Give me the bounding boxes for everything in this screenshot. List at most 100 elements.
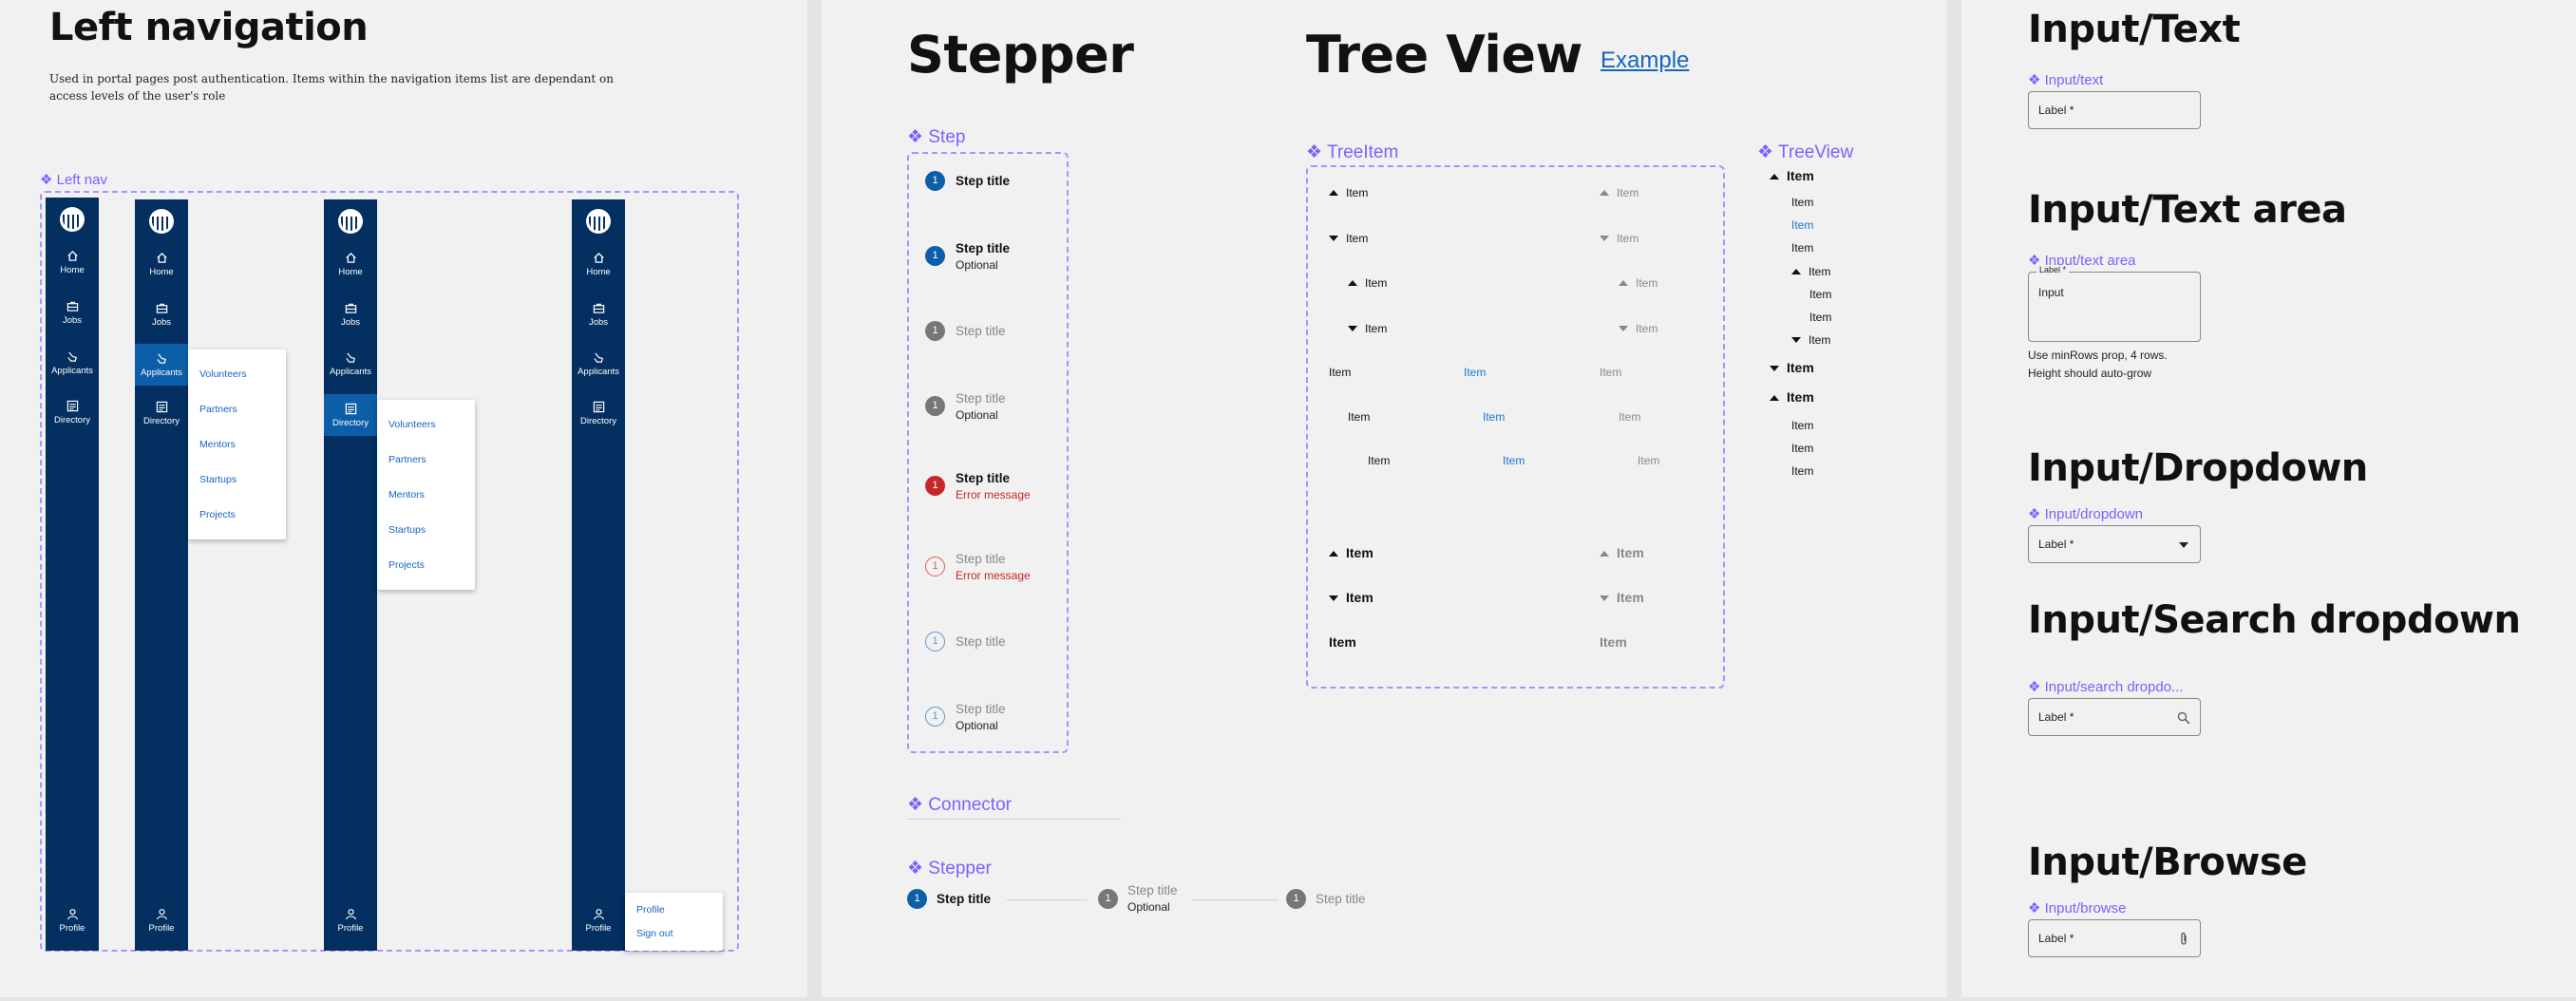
left-nav-directory-open: Home Jobs Applicants Directory Profile <box>324 199 377 951</box>
step-number: 1 <box>925 632 945 652</box>
step-number: 1 <box>925 321 945 341</box>
tree-leaf-disabled: Item <box>1600 366 1622 379</box>
nav-item-jobs[interactable]: Jobs <box>46 300 99 326</box>
flyout-item-partners[interactable]: Partners <box>388 454 426 465</box>
nav-item-jobs[interactable]: Jobs <box>324 302 377 328</box>
tree-root-leaf[interactable]: Item <box>1329 634 1356 650</box>
nav-item-jobs[interactable]: Jobs <box>135 302 188 328</box>
text-input[interactable]: Label * <box>2028 91 2201 129</box>
tree-leaf-level2-selected[interactable]: Item <box>1483 410 1505 424</box>
expand-icon <box>1348 280 1357 286</box>
tree-item-expanded[interactable]: Item <box>1329 232 1368 245</box>
textarea-note-1: Use minRows prop, 4 rows. <box>2028 349 2168 362</box>
flyout-item-mentors[interactable]: Mentors <box>199 439 236 450</box>
tree-item-collapsed[interactable]: Item <box>1329 186 1368 199</box>
tree-leaf-level3[interactable]: Item <box>1368 454 1390 467</box>
nav-item-profile[interactable]: Profile <box>572 908 625 934</box>
flyout-item-startups[interactable]: Startups <box>199 474 237 485</box>
briefcase-icon <box>345 303 356 313</box>
treeview-component-label: ❖ TreeView <box>1757 142 1854 162</box>
textarea-note-2: Height should auto-grow <box>2028 367 2152 380</box>
collapse-icon <box>1600 236 1609 241</box>
step-number-error: 1 <box>925 476 945 496</box>
nav-item-applicants[interactable]: Applicants <box>324 351 377 377</box>
treeview-root-3[interactable]: Item <box>1770 389 1814 405</box>
profile-icon <box>593 909 604 920</box>
paperclip-icon[interactable] <box>2179 932 2188 947</box>
tree-leaf[interactable]: Item <box>1329 366 1351 379</box>
step-title: Step title <box>956 634 1006 649</box>
tree-item-level2-expanded-disabled: Item <box>1619 322 1657 335</box>
treeitem-component-label: ❖ TreeItem <box>1306 142 1399 162</box>
logo <box>149 209 174 234</box>
treeview-root-2[interactable]: Item <box>1770 360 1814 375</box>
step-number: 1 <box>925 707 945 727</box>
dropdown-input[interactable]: Label * <box>2028 525 2201 563</box>
nav-item-home[interactable]: Home <box>324 252 377 277</box>
tree-leaf-level2[interactable]: Item <box>1348 410 1370 424</box>
flyout-item-volunteers[interactable]: Volunteers <box>199 368 247 380</box>
example-link[interactable]: Example <box>1601 47 1689 74</box>
flyout-item-projects[interactable]: Projects <box>199 509 236 520</box>
flyout-item-startups[interactable]: Startups <box>388 524 426 536</box>
flyout-item-mentors[interactable]: Mentors <box>388 489 425 500</box>
flyout-item-projects[interactable]: Projects <box>388 559 425 571</box>
step-error-message: Error message <box>956 488 1031 501</box>
left-nav-applicants-open: Home Jobs Applicants Directory Profile <box>135 199 188 951</box>
treeview-leaf[interactable]: Item <box>1809 311 1831 324</box>
expand-icon <box>1791 269 1801 274</box>
inputs-panel: Input/Text ❖ Input/text Label * Input/Te… <box>1961 0 2576 997</box>
nav-item-applicants[interactable]: Applicants <box>572 351 625 377</box>
profile-menu-item-sign-out[interactable]: Sign out <box>636 928 673 939</box>
browse-input[interactable]: Label * <box>2028 919 2201 957</box>
nav-item-applicants[interactable]: Applicants <box>135 344 188 386</box>
input-browse-title: Input/Browse <box>2028 840 2307 884</box>
treeview-leaf[interactable]: Item <box>1791 419 1813 432</box>
tree-root-expanded[interactable]: Item <box>1329 590 1373 605</box>
nav-item-profile[interactable]: Profile <box>324 908 377 934</box>
tree-item-level2-expanded[interactable]: Item <box>1348 322 1387 335</box>
nav-item-profile[interactable]: Profile <box>135 908 188 934</box>
expand-icon <box>1770 174 1779 179</box>
directory-icon <box>156 401 167 413</box>
step-error-message: Error message <box>956 569 1031 582</box>
tree-root-collapsed[interactable]: Item <box>1329 545 1373 560</box>
nav-item-directory[interactable]: Directory <box>324 394 377 436</box>
treeview-leaf[interactable]: Item <box>1791 464 1813 478</box>
expand-icon <box>1600 551 1609 557</box>
nav-item-directory[interactable]: Directory <box>46 400 99 425</box>
treeitem-variants-frame <box>1306 165 1725 689</box>
hand-icon <box>66 351 77 362</box>
tree-leaf-level3-disabled: Item <box>1638 454 1660 467</box>
treeview-branch[interactable]: Item <box>1791 333 1830 347</box>
treeview-leaf-selected[interactable]: Item <box>1791 218 1813 232</box>
nav-item-applicants[interactable]: Applicants <box>46 350 99 376</box>
nav-item-jobs[interactable]: Jobs <box>572 302 625 328</box>
treeview-branch[interactable]: Item <box>1791 265 1830 278</box>
profile-menu-item-profile[interactable]: Profile <box>636 904 665 916</box>
left-nav-title: Left navigation <box>49 6 369 49</box>
flyout-item-volunteers[interactable]: Volunteers <box>388 419 436 430</box>
tree-leaf-selected[interactable]: Item <box>1464 366 1486 379</box>
search-dropdown-input[interactable]: Label * <box>2028 698 2201 736</box>
treeview-root-1[interactable]: Item <box>1770 168 1814 183</box>
nav-item-profile[interactable]: Profile <box>46 908 99 934</box>
flyout-item-partners[interactable]: Partners <box>199 404 237 415</box>
treeview-leaf[interactable]: Item <box>1809 288 1831 301</box>
left-nav-component-label: ❖ Left nav <box>40 172 107 188</box>
textarea-input[interactable]: Label * Input <box>2028 265 2201 342</box>
nav-item-home[interactable]: Home <box>572 252 625 277</box>
nav-item-directory[interactable]: Directory <box>572 401 625 426</box>
tree-item-level2-collapsed[interactable]: Item <box>1348 276 1387 290</box>
collapse-icon <box>1329 236 1338 241</box>
nav-item-home[interactable]: Home <box>135 252 188 277</box>
left-nav-profile-open: Home Jobs Applicants Directory Profile <box>572 199 625 951</box>
treeview-leaf[interactable]: Item <box>1791 442 1813 455</box>
nav-item-directory[interactable]: Directory <box>135 401 188 426</box>
treeview-leaf[interactable]: Item <box>1791 196 1813 209</box>
treeview-leaf[interactable]: Item <box>1791 241 1813 255</box>
nav-item-home[interactable]: Home <box>46 250 99 275</box>
stepper-tree-panel: Stepper ❖ Step 1 Step title 1 Step title… <box>822 0 1947 997</box>
tree-leaf-level3-selected[interactable]: Item <box>1503 454 1525 467</box>
step-title: Step title <box>956 324 1006 338</box>
